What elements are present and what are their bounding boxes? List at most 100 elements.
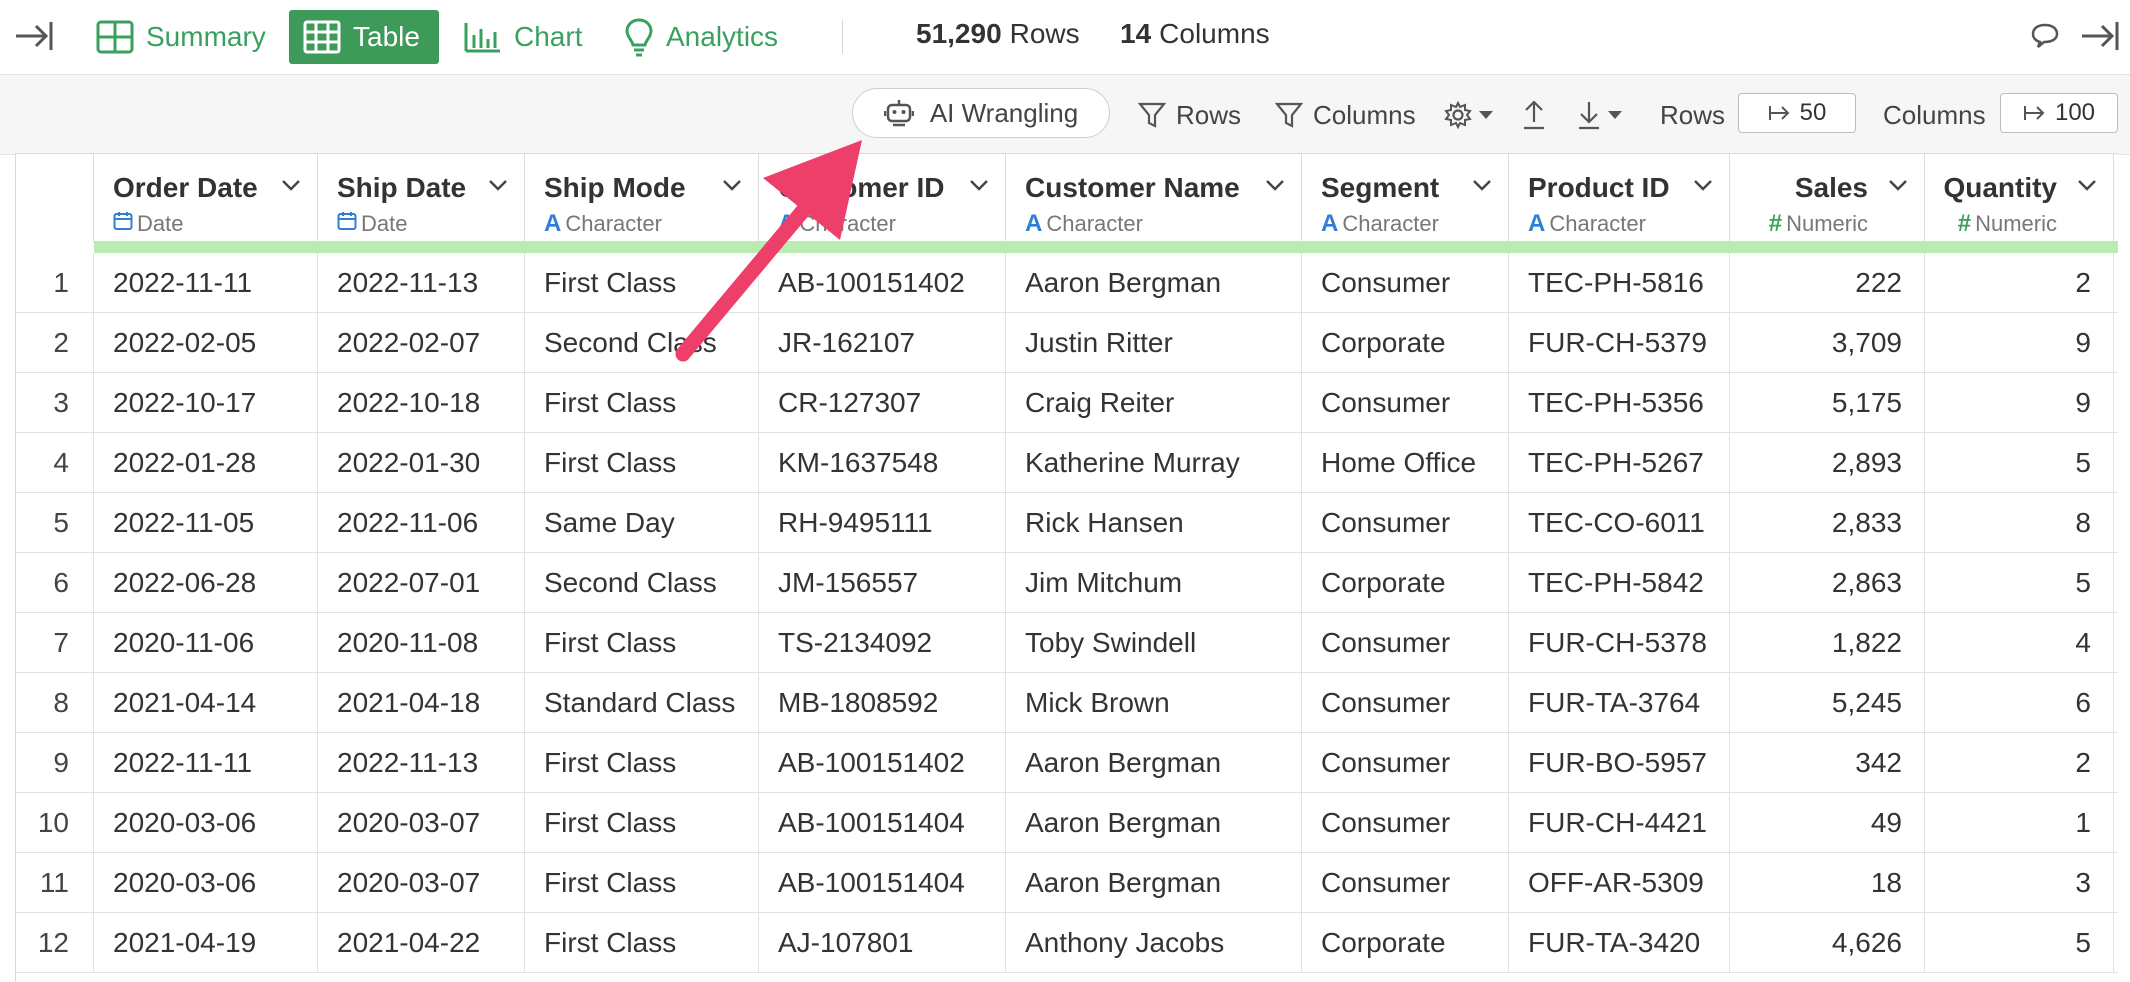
table-cell[interactable]: 2022-11-05 — [94, 493, 318, 552]
export-button[interactable] — [1522, 93, 1546, 137]
column-header-customer-id[interactable]: Customer ID A Character — [759, 154, 1006, 242]
table-row[interactable]: 4 2022-01-28 2022-01-30 First Class KM-16375… — [16, 433, 2118, 493]
table-row[interactable]: 2 2022-02-05 2022-02-07 Second Class JR-1621… — [16, 313, 2118, 373]
table-cell[interactable]: 1 — [1925, 793, 2114, 852]
table-cell[interactable]: 3,709 — [1730, 313, 1925, 372]
table-cell[interactable]: 1,822 — [1730, 613, 1925, 672]
table-cell[interactable]: 2022-11-13 — [318, 253, 525, 312]
table-cell[interactable]: Consumer — [1302, 673, 1509, 732]
table-cell[interactable]: First Class — [525, 793, 759, 852]
table-cell[interactable]: MB-1808592 — [759, 673, 1006, 732]
table-cell[interactable]: 2020-11-08 — [318, 613, 525, 672]
table-cell[interactable]: FUR-TA-3420 — [1509, 913, 1730, 972]
table-cell[interactable]: 2021-04-22 — [318, 913, 525, 972]
table-cell[interactable]: 2022-02-05 — [94, 313, 318, 372]
table-cell[interactable]: Aaron Bergman — [1006, 793, 1302, 852]
table-cell[interactable]: FUR-BO-5957 — [1509, 733, 1730, 792]
column-header-segment[interactable]: Segment A Character — [1302, 154, 1509, 242]
table-cell[interactable]: TS-2134092 — [759, 613, 1006, 672]
table-cell[interactable]: 222 — [1730, 253, 1925, 312]
table-cell[interactable]: 2,893 — [1730, 433, 1925, 492]
rows-limit-input[interactable]: 50 — [1738, 93, 1856, 133]
table-row[interactable]: 10 2020-03-06 2020-03-07 First Class AB-1001… — [16, 793, 2118, 853]
table-cell[interactable]: 49 — [1730, 793, 1925, 852]
table-cell[interactable]: First Class — [525, 733, 759, 792]
table-cell[interactable]: Corporate — [1302, 553, 1509, 612]
table-cell[interactable]: Second Class — [525, 313, 759, 372]
table-cell[interactable]: 8 — [1925, 493, 2114, 552]
table-cell[interactable]: Consumer — [1302, 793, 1509, 852]
table-cell[interactable]: 2022-01-30 — [318, 433, 525, 492]
table-cell[interactable]: 2020-03-06 — [94, 853, 318, 912]
column-header-sales[interactable]: Sales # Numeric — [1730, 154, 1925, 242]
table-cell[interactable]: 2022-11-11 — [94, 733, 318, 792]
tab-summary[interactable]: Summary — [82, 10, 280, 64]
table-cell[interactable]: 2021-04-18 — [318, 673, 525, 732]
import-menu-button[interactable] — [1577, 93, 1623, 137]
table-cell[interactable]: TEC-PH-5356 — [1509, 373, 1730, 432]
column-menu-chevron-icon[interactable] — [1693, 178, 1713, 197]
table-cell[interactable]: First Class — [525, 853, 759, 912]
table-cell[interactable]: Same Day — [525, 493, 759, 552]
table-row[interactable]: 12 2021-04-19 2021-04-22 First Class AJ-1078… — [16, 913, 2118, 973]
table-cell[interactable]: Consumer — [1302, 373, 1509, 432]
table-cell[interactable]: Aaron Bergman — [1006, 253, 1302, 312]
table-cell[interactable]: 5 — [1925, 553, 2114, 612]
table-cell[interactable]: JR-162107 — [759, 313, 1006, 372]
table-cell[interactable]: 5 — [1925, 433, 2114, 492]
table-cell[interactable]: 2022-11-13 — [318, 733, 525, 792]
table-cell[interactable]: First Class — [525, 373, 759, 432]
table-row[interactable]: 8 2021-04-14 2021-04-18 Standard Class MB-18… — [16, 673, 2118, 733]
table-cell[interactable]: FUR-CH-5378 — [1509, 613, 1730, 672]
column-menu-chevron-icon[interactable] — [281, 178, 301, 197]
table-cell[interactable]: Second Class — [525, 553, 759, 612]
settings-menu-button[interactable] — [1444, 93, 1494, 137]
column-header-product-id[interactable]: Product ID A Character — [1509, 154, 1730, 242]
table-cell[interactable]: 2022-11-06 — [318, 493, 525, 552]
table-cell[interactable]: 2022-10-17 — [94, 373, 318, 432]
table-cell[interactable]: Toby Swindell — [1006, 613, 1302, 672]
table-cell[interactable]: 4,626 — [1730, 913, 1925, 972]
table-cell[interactable]: 342 — [1730, 733, 1925, 792]
table-cell[interactable]: AB-100151402 — [759, 253, 1006, 312]
column-header-order-date[interactable]: Order Date Date — [94, 154, 318, 242]
table-cell[interactable]: OFF-AR-5309 — [1509, 853, 1730, 912]
table-cell[interactable]: Jim Mitchum — [1006, 553, 1302, 612]
collapse-sidebar-icon[interactable] — [14, 18, 54, 54]
table-cell[interactable]: 2 — [1925, 253, 2114, 312]
table-cell[interactable]: Justin Ritter — [1006, 313, 1302, 372]
column-header-customer-name[interactable]: Customer Name A Character — [1006, 154, 1302, 242]
table-cell[interactable]: 2022-02-07 — [318, 313, 525, 372]
table-cell[interactable]: 2020-11-06 — [94, 613, 318, 672]
table-row[interactable]: 7 2020-11-06 2020-11-08 First Class TS-21340… — [16, 613, 2118, 673]
table-cell[interactable]: 9 — [1925, 313, 2114, 372]
table-row[interactable]: 11 2020-03-06 2020-03-07 First Class AB-1001… — [16, 853, 2118, 913]
column-menu-chevron-icon[interactable] — [969, 178, 989, 197]
table-cell[interactable]: AB-100151402 — [759, 733, 1006, 792]
table-cell[interactable]: 2021-04-14 — [94, 673, 318, 732]
column-menu-chevron-icon[interactable] — [1265, 178, 1285, 197]
column-menu-chevron-icon[interactable] — [488, 178, 508, 197]
table-cell[interactable]: 2022-06-28 — [94, 553, 318, 612]
table-cell[interactable]: TEC-PH-5267 — [1509, 433, 1730, 492]
table-cell[interactable]: 2022-07-01 — [318, 553, 525, 612]
column-header-ship-mode[interactable]: Ship Mode A Character — [525, 154, 759, 242]
table-cell[interactable]: FUR-TA-3764 — [1509, 673, 1730, 732]
table-cell[interactable]: 2020-03-07 — [318, 793, 525, 852]
tab-chart[interactable]: Chart — [450, 10, 596, 64]
table-cell[interactable]: 2,863 — [1730, 553, 1925, 612]
table-cell[interactable]: First Class — [525, 613, 759, 672]
table-cell[interactable]: 5,175 — [1730, 373, 1925, 432]
table-cell[interactable]: Corporate — [1302, 313, 1509, 372]
table-cell[interactable]: 2,833 — [1730, 493, 1925, 552]
table-cell[interactable]: TEC-PH-5816 — [1509, 253, 1730, 312]
column-header-ship-date[interactable]: Ship Date Date — [318, 154, 525, 242]
table-cell[interactable]: JM-156557 — [759, 553, 1006, 612]
table-cell[interactable]: Craig Reiter — [1006, 373, 1302, 432]
column-menu-chevron-icon[interactable] — [1888, 178, 1908, 197]
columns-limit-input[interactable]: 100 — [2000, 93, 2118, 133]
table-cell[interactable]: AB-100151404 — [759, 793, 1006, 852]
table-cell[interactable]: 2020-03-07 — [318, 853, 525, 912]
rows-filter-button[interactable]: Rows — [1138, 93, 1241, 137]
tab-table[interactable]: Table — [289, 10, 439, 64]
